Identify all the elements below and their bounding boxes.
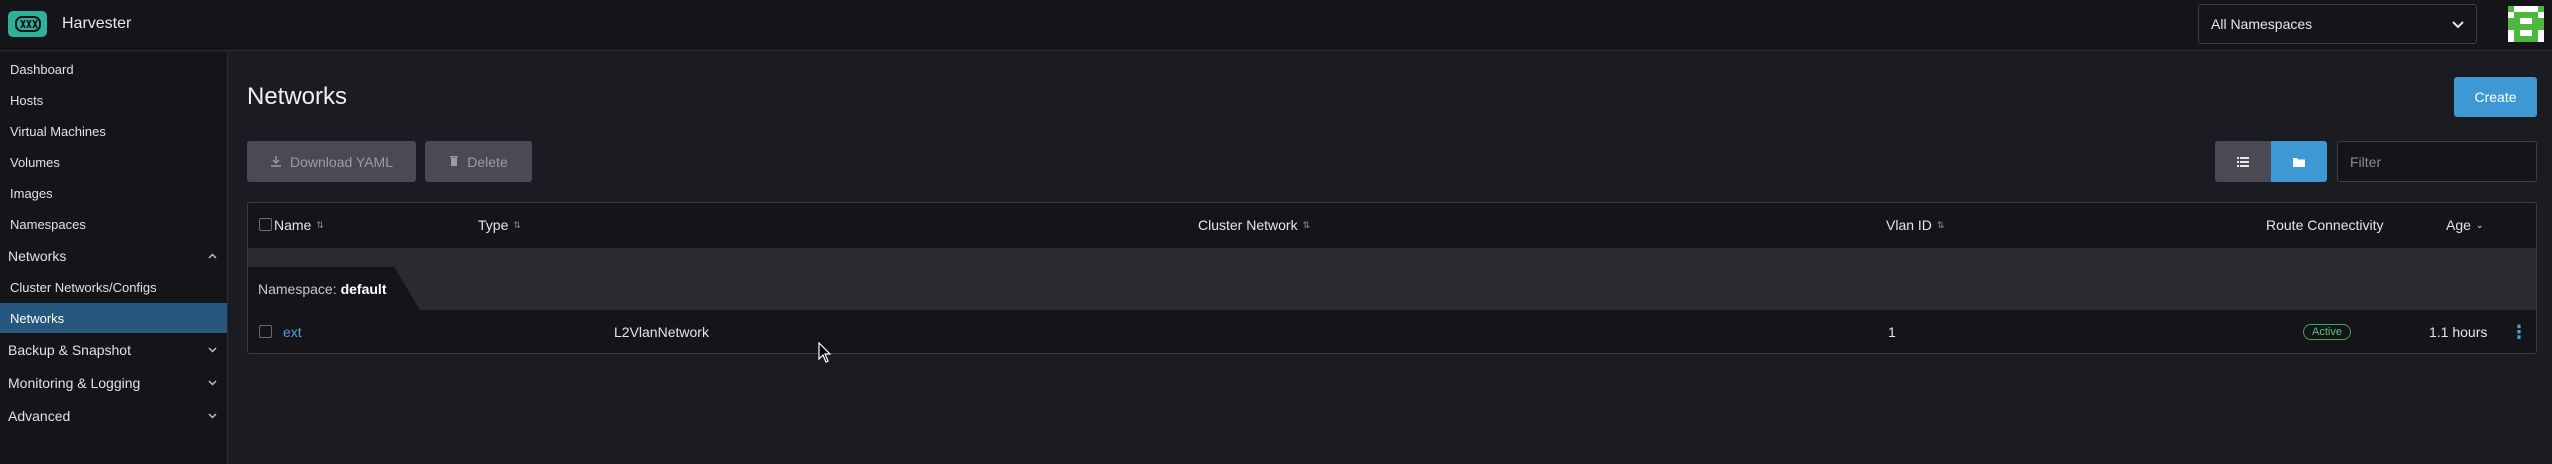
row-actions-button[interactable]: ⋮: [2510, 310, 2528, 354]
sidebar-group-networks[interactable]: Networks: [0, 241, 227, 271]
namespace-group-row: Namespace: default: [248, 248, 2536, 310]
harvester-logo-icon[interactable]: [8, 11, 47, 37]
app-title: Harvester: [62, 15, 132, 32]
download-yaml-button[interactable]: Download YAML: [247, 141, 416, 182]
column-header-age[interactable]: Age ⌄: [2446, 203, 2483, 247]
networks-table: Name ⇅ Type ⇅ Cluster Network ⇅ Vlan ID ⇅ Ro…: [247, 202, 2537, 354]
sidebar-group-label: Monitoring & Logging: [8, 375, 141, 391]
chevron-down-icon: [208, 410, 217, 422]
column-header-name[interactable]: Name ⇅: [274, 203, 324, 247]
sidebar: Dashboard Hosts Virtual Machines Volumes…: [0, 52, 228, 464]
mouse-cursor-icon: [818, 341, 832, 367]
avatar[interactable]: [2508, 5, 2544, 43]
sidebar-item-label: Cluster Networks/Configs: [10, 279, 157, 295]
group-view-button[interactable]: [2271, 141, 2327, 182]
filter-input[interactable]: [2337, 141, 2537, 182]
column-header-label: Type: [478, 217, 509, 233]
sort-desc-icon: ⌄: [2475, 219, 2484, 230]
sidebar-item-label: Namespaces: [10, 216, 86, 232]
column-header-cluster-network[interactable]: Cluster Network ⇅: [1198, 203, 1310, 247]
sidebar-item-label: Images: [10, 185, 53, 201]
sidebar-item-label: Virtual Machines: [10, 123, 106, 139]
column-header-label: Cluster Network: [1198, 217, 1298, 233]
column-header-route-connectivity: Route Connectivity: [2266, 203, 2384, 247]
namespace-select[interactable]: All Namespaces: [2198, 4, 2477, 44]
column-header-label: Age: [2446, 217, 2471, 233]
route-connectivity-cell: Active: [2303, 310, 2351, 354]
sidebar-group-label: Advanced: [8, 408, 71, 424]
namespace-group-value: default: [340, 280, 387, 297]
chevron-down-icon: [208, 377, 217, 389]
sidebar-item-volumes[interactable]: Volumes: [0, 147, 227, 177]
sidebar-item-dashboard[interactable]: Dashboard: [0, 54, 227, 84]
sort-icon: ⇅: [1936, 219, 1945, 230]
status-badge: Active: [2303, 324, 2351, 340]
sidebar-item-label: Dashboard: [10, 61, 74, 77]
column-header-type[interactable]: Type ⇅: [478, 203, 521, 247]
chevron-up-icon: [208, 250, 217, 262]
sidebar-item-label: Networks: [10, 310, 65, 326]
sidebar-item-images[interactable]: Images: [0, 178, 227, 208]
row-checkbox[interactable]: [259, 325, 272, 338]
folder-icon: [2293, 154, 2305, 170]
sidebar-group-label: Backup & Snapshot: [8, 342, 131, 358]
create-button[interactable]: Create: [2454, 77, 2537, 117]
sidebar-group-advanced[interactable]: Advanced: [0, 401, 227, 431]
sidebar-group-backup-snapshot[interactable]: Backup & Snapshot: [0, 335, 227, 365]
network-age: 1.1 hours: [2429, 324, 2488, 340]
sidebar-item-label: Volumes: [10, 154, 60, 170]
sort-icon: ⇅: [316, 219, 324, 230]
delete-button[interactable]: Delete: [425, 141, 532, 182]
namespace-select-value: All Namespaces: [2211, 16, 2313, 32]
column-header-label: Name: [274, 217, 312, 233]
trash-icon: [449, 154, 459, 170]
top-header: Harvester All Namespaces: [0, 0, 2552, 51]
chevron-down-icon: [2452, 16, 2464, 32]
sidebar-item-hosts[interactable]: Hosts: [0, 85, 227, 115]
chevron-down-icon: [208, 344, 217, 356]
sidebar-item-virtual-machines[interactable]: Virtual Machines: [0, 116, 227, 146]
list-view-button[interactable]: [2215, 141, 2271, 182]
column-header-label: Vlan ID: [1886, 217, 1932, 233]
download-icon: [270, 154, 282, 170]
sidebar-group-label: Networks: [8, 248, 67, 264]
select-all-checkbox[interactable]: [259, 218, 272, 231]
network-vlan-id: 1: [1888, 324, 1896, 340]
column-header-vlan-id[interactable]: Vlan ID ⇅: [1886, 203, 1944, 247]
sidebar-item-networks[interactable]: Networks: [0, 303, 227, 333]
network-name-link[interactable]: ext: [283, 310, 302, 354]
namespace-group-label: Namespace: default: [248, 267, 420, 310]
download-yaml-label: Download YAML: [290, 153, 393, 170]
sidebar-item-label: Hosts: [10, 92, 44, 108]
sidebar-group-monitoring-logging[interactable]: Monitoring & Logging: [0, 368, 227, 398]
namespace-group-prefix: Namespace:: [258, 280, 337, 297]
sort-icon: ⇅: [513, 219, 521, 230]
view-toggle: [2215, 141, 2327, 182]
delete-label: Delete: [467, 153, 508, 170]
kebab-menu-icon: ⋮: [2510, 321, 2528, 342]
page-title: Networks: [247, 83, 348, 110]
network-name[interactable]: ext: [283, 324, 302, 340]
sidebar-item-namespaces[interactable]: Namespaces: [0, 209, 227, 239]
column-header-label: Route Connectivity: [2266, 217, 2384, 233]
sidebar-item-cluster-networks[interactable]: Cluster Networks/Configs: [0, 272, 227, 302]
sort-icon: ⇅: [1302, 219, 1311, 230]
list-icon: [2237, 154, 2249, 170]
network-type: L2VlanNetwork: [614, 324, 709, 340]
